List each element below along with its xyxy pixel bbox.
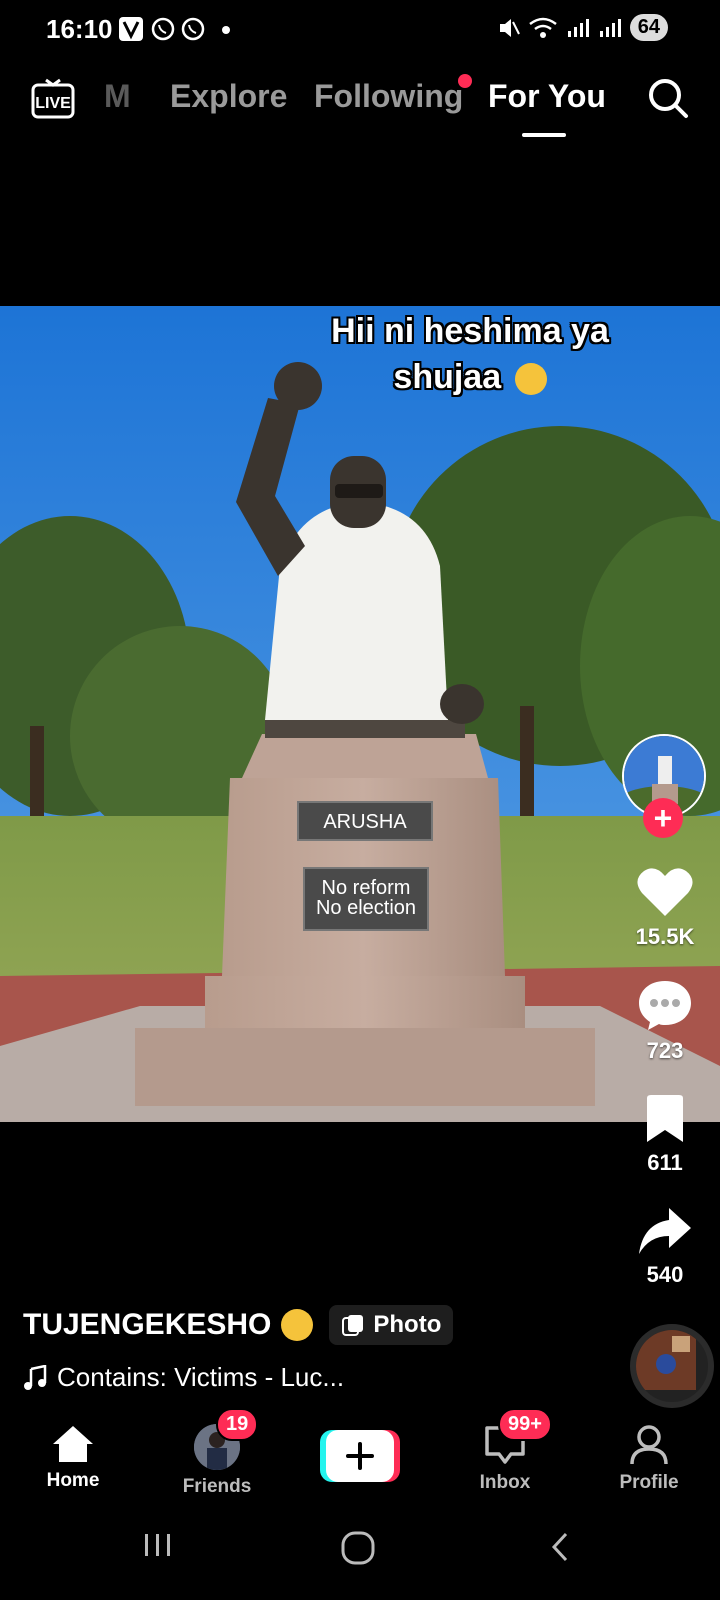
tab-partial[interactable]: M — [104, 78, 131, 115]
friends-badge: 19 — [216, 1408, 259, 1441]
save-button[interactable]: 611 — [620, 1094, 710, 1176]
search-icon[interactable] — [646, 76, 690, 120]
create-button[interactable] — [320, 1430, 400, 1482]
music-disc-cover — [636, 1330, 696, 1390]
music-disc[interactable] — [630, 1324, 714, 1408]
nav-home-label: Home — [46, 1470, 100, 1491]
username[interactable]: TUJENGEKESHO — [23, 1308, 271, 1342]
svg-text:LIVE: LIVE — [35, 95, 71, 112]
heart-icon — [637, 868, 693, 916]
home-system-icon[interactable] — [340, 1530, 376, 1566]
status-icons: 64 — [498, 14, 668, 41]
profile-icon — [630, 1425, 668, 1465]
plaque-title: ARUSHA — [323, 811, 407, 833]
like-button[interactable]: 15.5K — [620, 866, 710, 950]
status-time: 16:10 — [46, 14, 113, 44]
notification-dot-icon — [222, 26, 230, 34]
saluting-face-icon — [281, 1309, 314, 1341]
post-photo[interactable]: ARUSHA No reform No election — [0, 306, 720, 1122]
tab-for-you[interactable]: For You — [488, 78, 606, 115]
follow-button[interactable]: + — [643, 798, 683, 838]
vpn-app-icon — [119, 17, 143, 41]
signal-icon-2 — [599, 18, 621, 37]
recent-apps-icon[interactable] — [142, 1530, 174, 1560]
save-count: 611 — [647, 1150, 683, 1175]
whatsapp-business-icon — [151, 17, 175, 41]
share-button[interactable]: 540 — [620, 1206, 710, 1288]
inbox-badge: 99+ — [498, 1408, 552, 1441]
bottom-nav: Home Friends 19 Inbox 99+ Profile — [0, 1408, 720, 1510]
salute-emoji-icon — [514, 363, 547, 396]
overlay-caption: Hii ni heshima ya shujaa — [331, 312, 609, 396]
nav-friends[interactable]: Friends — [162, 1424, 272, 1498]
home-icon — [53, 1426, 93, 1462]
music-note-icon — [24, 1364, 47, 1390]
nav-profile[interactable]: Profile — [594, 1424, 704, 1494]
music-info[interactable]: Contains: Victims - Luc... — [23, 1362, 344, 1393]
plaque-line-2: No election — [316, 897, 416, 919]
active-tab-indicator — [522, 133, 566, 137]
bookmark-icon — [647, 1095, 683, 1142]
statue-photo: ARUSHA No reform No election — [0, 306, 720, 1122]
whatsapp-icon — [181, 17, 205, 41]
nav-friends-label: Friends — [182, 1476, 252, 1497]
nav-inbox-label: Inbox — [479, 1472, 531, 1493]
comment-count: 723 — [646, 1038, 684, 1063]
signal-icon — [567, 18, 589, 37]
tab-following[interactable]: Following — [314, 78, 463, 115]
nav-profile-label: Profile — [619, 1472, 679, 1493]
comment-icon — [639, 981, 691, 1030]
music-title: Contains: Victims - Luc... — [57, 1362, 345, 1392]
photo-stack-icon — [342, 1315, 364, 1336]
like-count: 15.5K — [635, 924, 695, 949]
battery-level: 64 — [629, 14, 668, 41]
photo-badge: Photo — [329, 1305, 454, 1345]
post-author[interactable]: TUJENGEKESHO Photo — [23, 1305, 454, 1345]
nav-home[interactable]: Home — [18, 1424, 128, 1492]
mute-icon — [499, 18, 520, 37]
share-arrow-icon — [639, 1208, 691, 1254]
following-new-dot — [458, 74, 472, 88]
share-count: 540 — [646, 1262, 684, 1287]
comment-button[interactable]: 723 — [620, 978, 710, 1064]
wifi-icon — [528, 17, 557, 38]
back-icon[interactable] — [548, 1530, 572, 1564]
live-icon[interactable]: LIVE — [30, 74, 76, 120]
tab-explore[interactable]: Explore — [170, 78, 287, 115]
plaque-line-1: No reform — [322, 877, 411, 899]
